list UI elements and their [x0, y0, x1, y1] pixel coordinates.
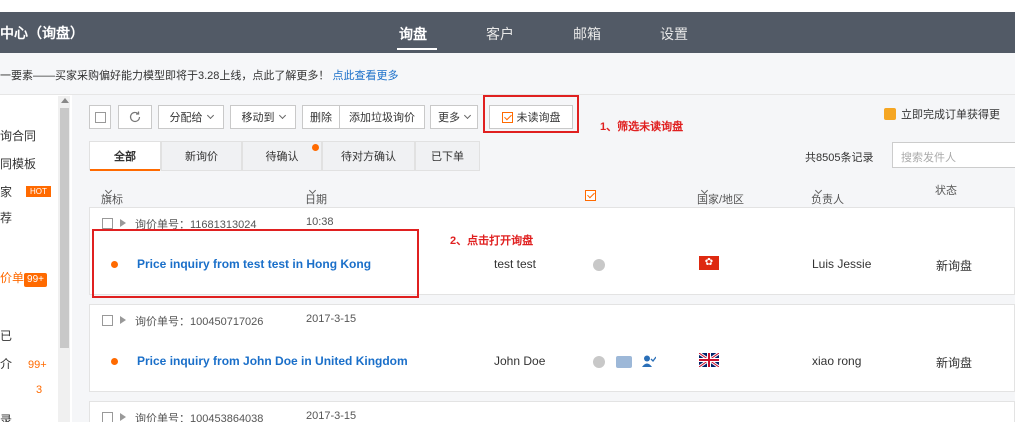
nav-item-inquiry[interactable]: 询盘: [399, 24, 427, 44]
status-icon: [593, 259, 605, 271]
status-icon: [593, 356, 605, 368]
inquiry-date: 10:38: [306, 216, 334, 228]
tab-awaiting-other[interactable]: 待对方确认: [322, 141, 415, 171]
tab-new-inquiry[interactable]: 新询价: [161, 141, 242, 171]
notice-text: 一要素——买家采购偏好能力模型即将于3.28上线，点此了解更多！ 点此查看更多: [0, 70, 399, 82]
checked-icon: [585, 190, 596, 201]
business-card-icon: [616, 356, 632, 368]
table-row[interactable]: 询价单号：100450717026 2017-3-15 Price inquir…: [89, 304, 1015, 392]
sidebar-item-record[interactable]: 录: [0, 411, 12, 422]
notice-bar: 一要素——买家采购偏好能力模型即将于3.28上线，点此了解更多！ 点此查看更多: [0, 53, 1015, 95]
main-content: 分配给 移动到 删除 添加垃圾询价 更多 未读询盘 1、筛选未读询盘 立即完成订…: [72, 95, 1015, 422]
sidebar-item-done[interactable]: 已: [0, 327, 12, 344]
top-nav: 中心（询盘） 询盘 客户 邮箱 设置: [0, 12, 1015, 53]
table-header: 旗标 日期 国家/地区 负责人 状态: [89, 173, 1015, 206]
hot-badge: HOT: [26, 186, 51, 197]
nav-active-underline: [397, 48, 437, 50]
sidebar-scroll-thumb[interactable]: [60, 108, 69, 348]
nav-brand: 中心（询盘）: [0, 25, 84, 41]
nav-item-mailbox[interactable]: 邮箱: [573, 24, 601, 44]
move-button[interactable]: 移动到: [230, 105, 296, 129]
inquiry-status: 新询盘: [936, 259, 973, 273]
inquiry-number: 询价单号：100450717026: [135, 316, 264, 328]
tab-pending[interactable]: 待确认: [242, 141, 322, 171]
nav-item-customer[interactable]: 客户: [486, 24, 514, 44]
annotation-step-1: 1、筛选未读询盘: [600, 121, 684, 133]
scroll-up-icon[interactable]: [61, 98, 69, 103]
flag-icon[interactable]: [120, 219, 126, 227]
promo-link[interactable]: 立即完成订单获得更: [884, 106, 1000, 122]
top-strip: [0, 0, 1015, 12]
sidebar-count-1: 99+: [28, 359, 47, 371]
tab-all[interactable]: 全部: [89, 141, 161, 171]
quote-badge: 99+: [24, 273, 47, 287]
sender-search-input[interactable]: 搜索发件人: [892, 142, 1015, 168]
sidebar: 询合同 同模板 家 HOT 荐 价单 99+ 已 介 99+ 3 录: [0, 95, 62, 422]
sender-name: John Doe: [494, 354, 546, 368]
sender-name: test test: [494, 257, 537, 271]
refresh-button[interactable]: [118, 105, 152, 129]
united-kingdom-flag-icon: [699, 353, 719, 367]
unread-dot: [111, 358, 118, 365]
chevron-down-icon: [463, 111, 472, 120]
annotation-step-2: 2、点击打开询盘: [450, 235, 534, 247]
inquiry-date: 2017-3-15: [306, 410, 357, 422]
tab-ordered[interactable]: 已下单: [415, 141, 480, 171]
hong-kong-flag-icon: ✿: [699, 256, 719, 270]
add-spam-button[interactable]: 添加垃圾询价: [339, 105, 425, 129]
inquiry-title[interactable]: Price inquiry from John Doe in United Ki…: [137, 354, 408, 368]
notice-link[interactable]: 点此查看更多: [332, 70, 398, 82]
assign-button[interactable]: 分配给: [158, 105, 224, 129]
gift-icon: [884, 108, 896, 120]
more-button[interactable]: 更多: [430, 105, 478, 129]
sidebar-item-hot[interactable]: 家 HOT: [0, 183, 51, 200]
sidebar-count-2: 3: [36, 384, 43, 396]
checkbox-icon: [94, 111, 106, 123]
inquiry-date: 2017-3-15: [306, 313, 357, 325]
annotation-box-2: [92, 229, 419, 298]
owner-name: Luis Jessie: [812, 257, 872, 271]
select-all-checkbox[interactable]: [89, 105, 111, 129]
col-status: 状态: [935, 185, 957, 197]
sidebar-item-quote[interactable]: 价单 99+: [0, 269, 47, 287]
delete-button[interactable]: 删除: [302, 105, 340, 129]
chevron-down-icon: [206, 111, 214, 120]
verified-user-icon: [642, 355, 656, 367]
owner-name: xiao rong: [812, 354, 862, 368]
total-count: 共8505条记录: [805, 152, 874, 164]
table-row[interactable]: 询价单号：100453864038 2017-3-15: [89, 401, 1015, 422]
inquiry-number: 询价单号：100453864038: [135, 413, 264, 422]
row-checkbox[interactable]: [102, 412, 113, 422]
sidebar-item-contract[interactable]: 询合同: [0, 127, 36, 144]
sidebar-item-template[interactable]: 同模板: [0, 155, 36, 172]
pending-dot: [312, 144, 319, 151]
chevron-down-icon: [278, 111, 286, 120]
flag-icon[interactable]: [120, 413, 126, 421]
flag-icon[interactable]: [120, 316, 126, 324]
inquiry-status: 新询盘: [936, 356, 973, 370]
row-checkbox[interactable]: [102, 315, 113, 326]
row-checkbox[interactable]: [102, 218, 113, 229]
annotation-box-1: [483, 95, 579, 133]
sidebar-item-recommend[interactable]: 荐: [0, 209, 12, 226]
sidebar-item-intro[interactable]: 介 99+: [0, 355, 47, 372]
nav-item-settings[interactable]: 设置: [660, 24, 688, 44]
refresh-icon: [129, 111, 141, 123]
